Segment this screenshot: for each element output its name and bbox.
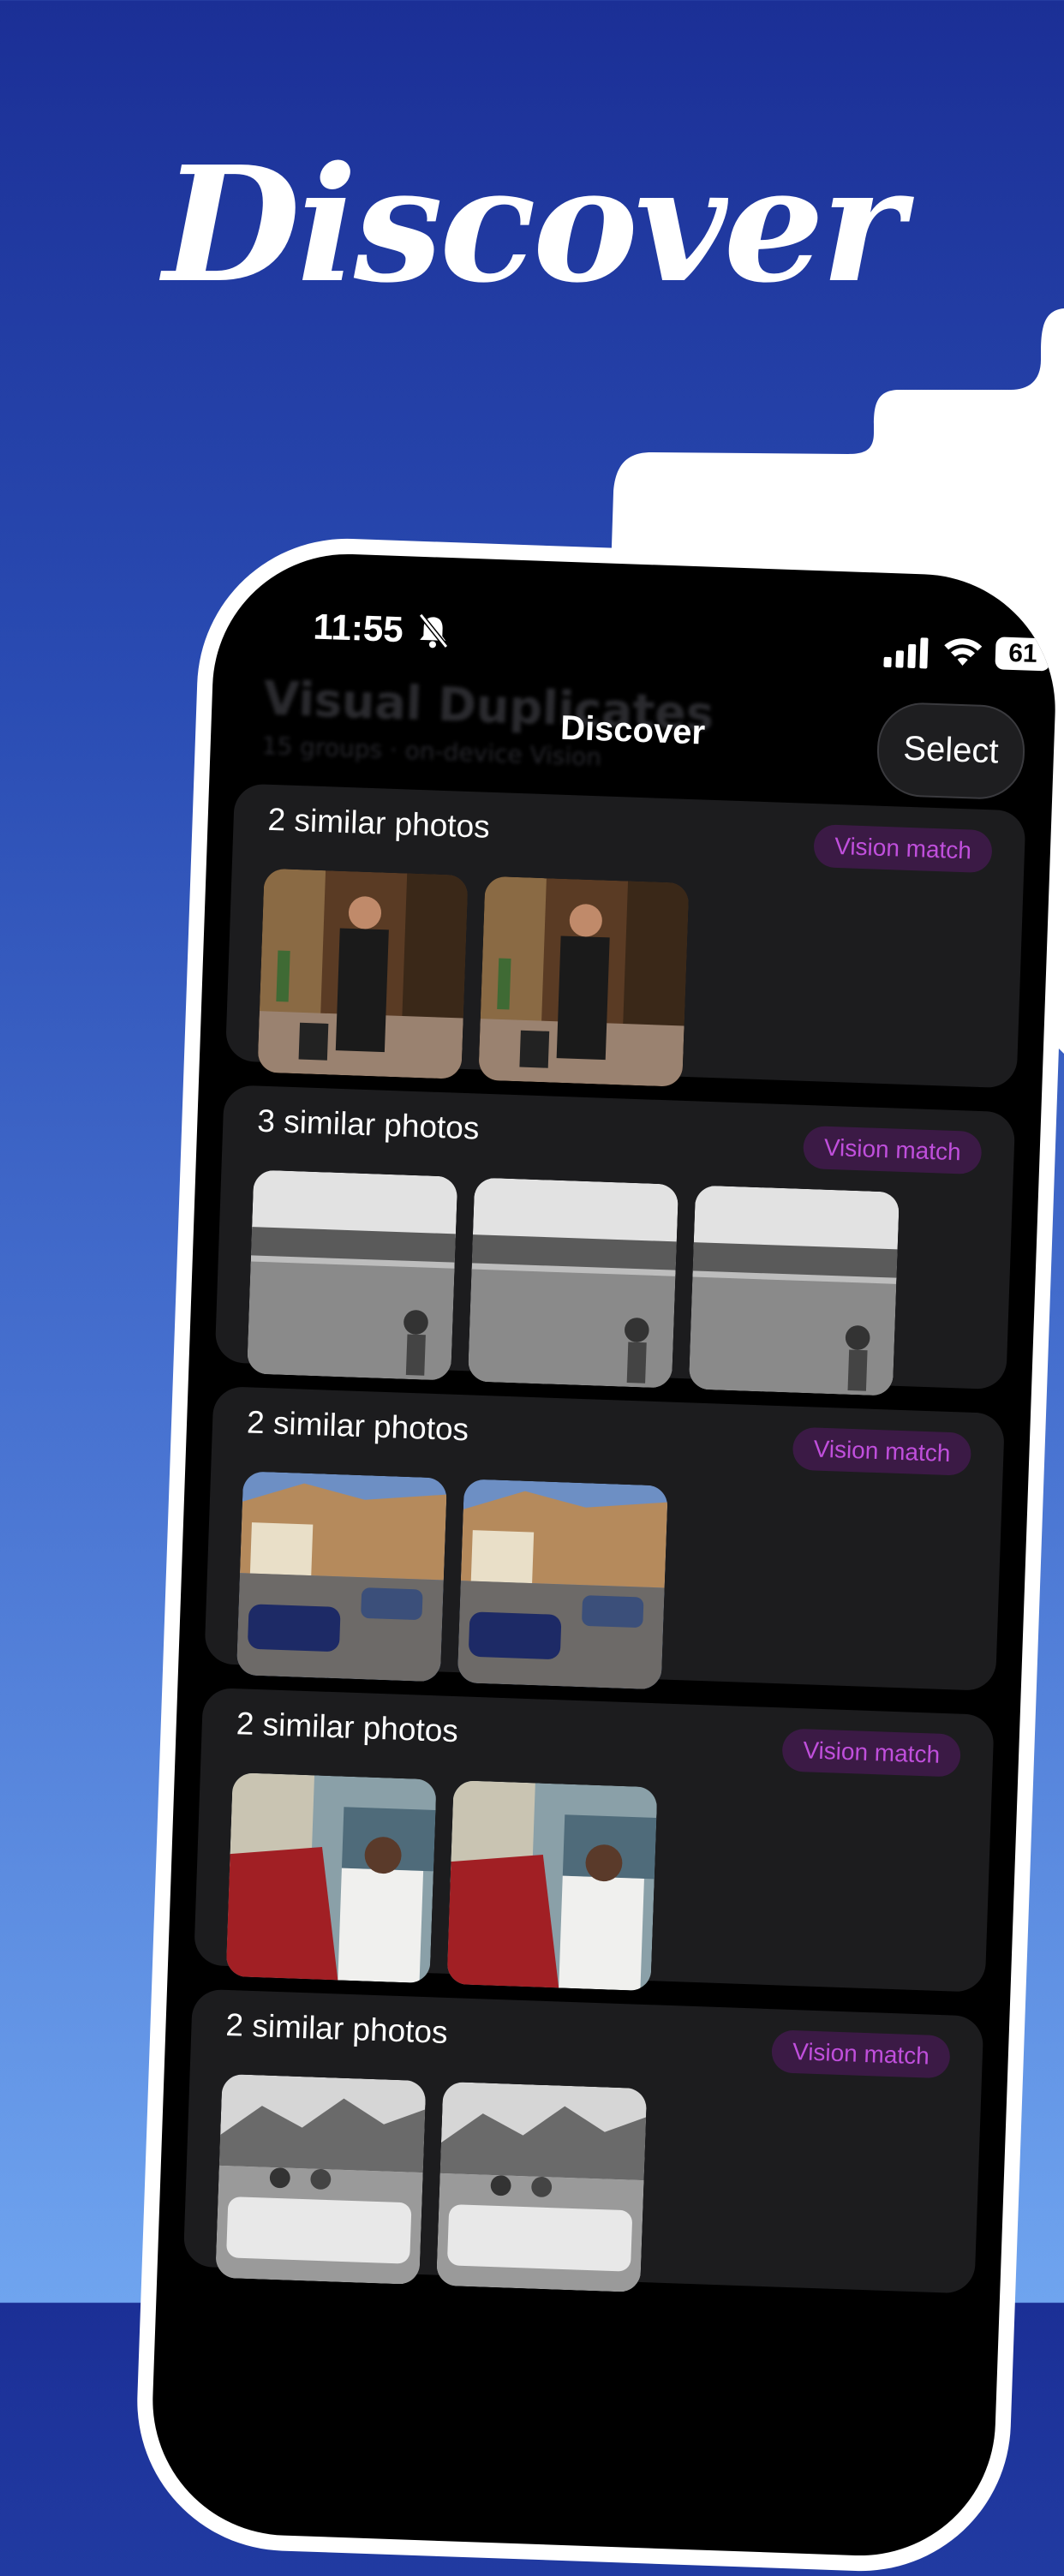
photo-thumbnail[interactable] bbox=[478, 876, 690, 1087]
photo-thumbnails bbox=[236, 1471, 668, 1690]
photo-thumbnails bbox=[225, 1772, 658, 1992]
status-time: 11:55 bbox=[312, 606, 404, 650]
photo-thumbnail[interactable] bbox=[467, 1177, 679, 1389]
bell-slash-icon bbox=[418, 613, 449, 648]
battery-level: 61 bbox=[995, 637, 1051, 672]
select-button[interactable]: Select bbox=[876, 701, 1026, 801]
photo-thumbnail[interactable] bbox=[436, 2081, 648, 2292]
duplicate-groups-list: 2 similar photos Vision match 3 similar … bbox=[182, 783, 1026, 2317]
photo-thumbnail[interactable] bbox=[247, 1169, 458, 1381]
photo-thumbnail[interactable] bbox=[215, 2073, 427, 2285]
group-card[interactable]: 2 similar photos Vision match bbox=[204, 1385, 1006, 1692]
photo-thumbnails bbox=[247, 1169, 900, 1396]
phone-mockup: 11:55 61 Visual Duplicates 15 groups · o… bbox=[132, 533, 1064, 2576]
group-title: 2 similar photos bbox=[246, 1404, 469, 1448]
group-title: 2 similar photos bbox=[236, 1706, 459, 1749]
phone-screen: 11:55 61 Visual Duplicates 15 groups · o… bbox=[147, 549, 1061, 2561]
group-title: 2 similar photos bbox=[224, 2006, 449, 2050]
group-card[interactable]: 2 similar photos Vision match bbox=[224, 783, 1026, 1089]
group-card[interactable]: 3 similar photos Vision match bbox=[214, 1085, 1016, 1396]
vision-match-badge: Vision match bbox=[771, 2029, 951, 2079]
vision-match-badge: Vision match bbox=[792, 1426, 972, 1476]
photo-thumbnails bbox=[257, 868, 690, 1087]
cellular-signal-icon bbox=[883, 637, 929, 669]
photo-thumbnail[interactable] bbox=[446, 1780, 658, 1992]
photo-thumbnails bbox=[215, 2073, 648, 2292]
photo-thumbnail[interactable] bbox=[257, 868, 469, 1079]
photo-thumbnail[interactable] bbox=[457, 1479, 668, 1690]
vision-match-badge: Vision match bbox=[781, 1728, 961, 1778]
battery-indicator: 61 bbox=[995, 637, 1058, 672]
photo-thumbnail[interactable] bbox=[225, 1772, 437, 1984]
photo-thumbnail[interactable] bbox=[688, 1185, 900, 1396]
hero-title: Discover bbox=[163, 131, 905, 318]
battery-tip bbox=[1051, 648, 1058, 661]
wifi-icon bbox=[944, 638, 983, 666]
group-card[interactable]: 2 similar photos Vision match bbox=[182, 1988, 984, 2294]
photo-thumbnail[interactable] bbox=[236, 1471, 448, 1682]
group-title: 3 similar photos bbox=[256, 1103, 481, 1146]
vision-match-badge: Vision match bbox=[813, 824, 993, 874]
group-card[interactable]: 2 similar photos Vision match bbox=[194, 1687, 995, 1993]
vision-match-badge: Vision match bbox=[803, 1125, 983, 1175]
group-title: 2 similar photos bbox=[267, 801, 491, 845]
